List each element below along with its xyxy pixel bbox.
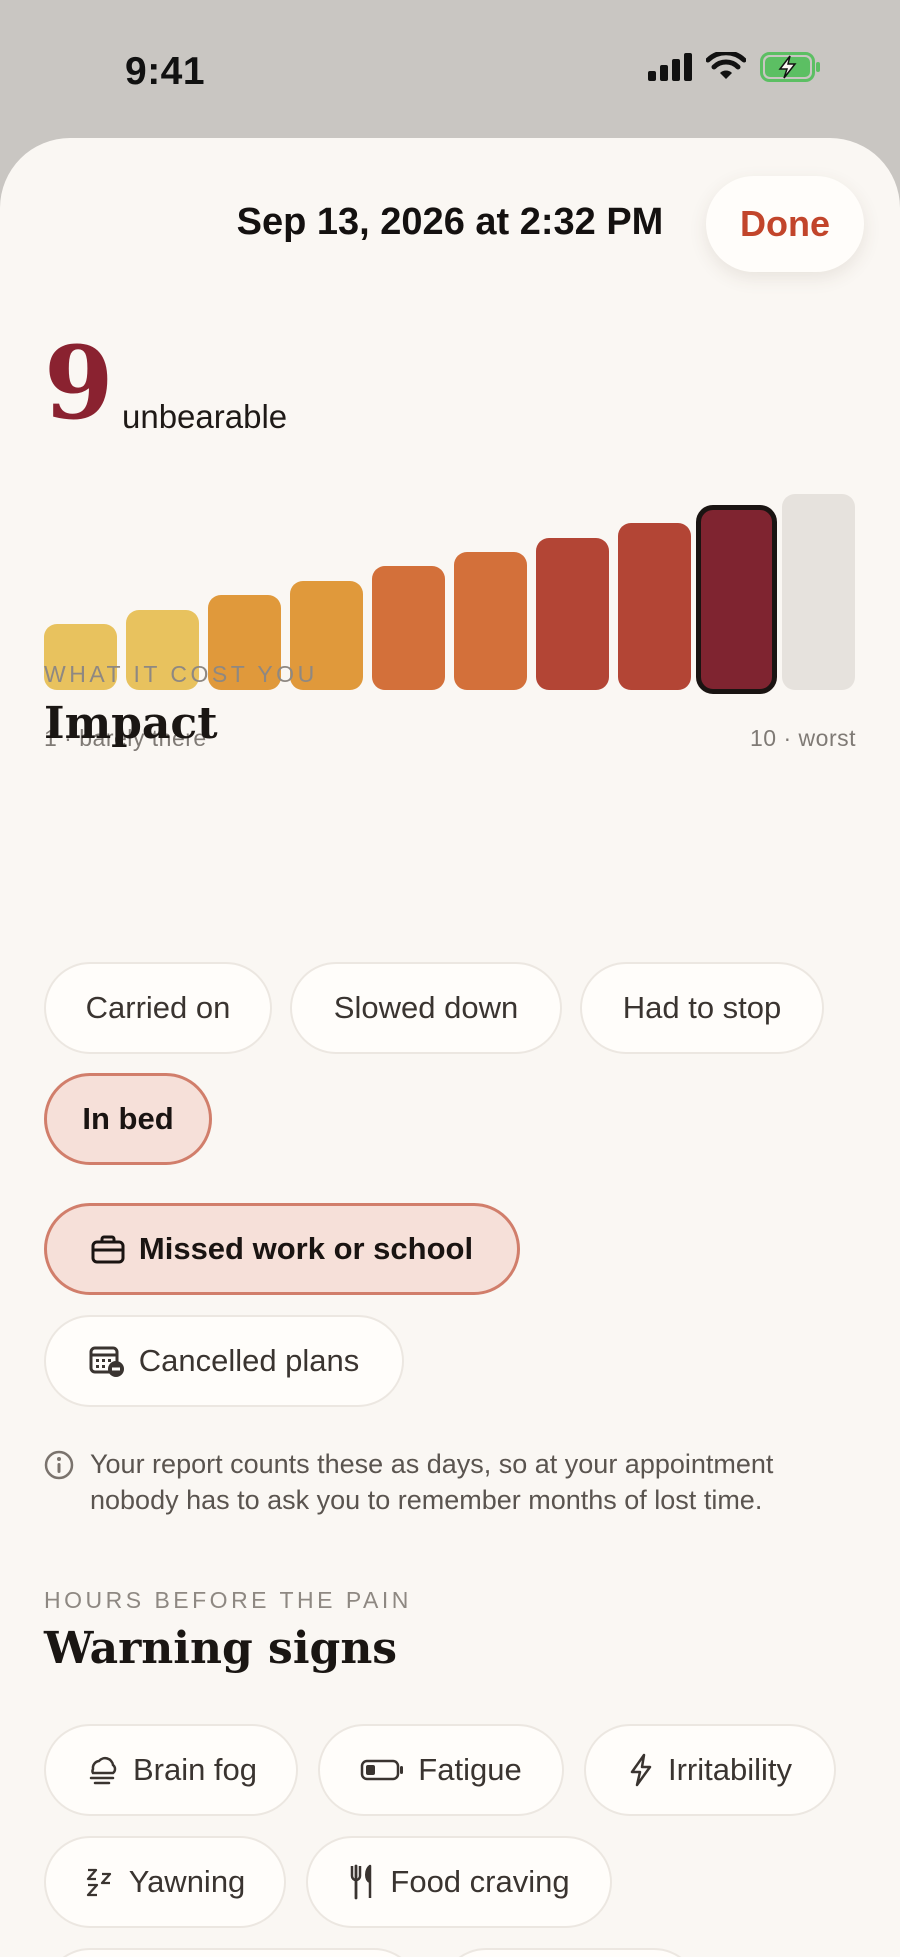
sheet-header: Sep 13, 2026 at 2:32 PM Done [0,138,900,308]
chip-label: Food craving [390,1864,570,1899]
chip-label: Brain fog [132,1752,258,1787]
missed-work-toggle[interactable]: Missed work or school [44,1203,520,1295]
chip-label: In bed [82,1101,174,1136]
impact-option-slowed-down[interactable]: Slowed down [290,962,562,1054]
wifi-icon [705,50,747,87]
warning-sign-irritability[interactable]: Irritability [584,1724,836,1816]
severity-score: 9 [44,324,114,442]
done-button[interactable]: Done [706,176,864,272]
severity-bar-7[interactable] [536,537,609,690]
warning-sign-more[interactable] [44,1948,420,1957]
impact-title: Impact [44,698,218,749]
scale-max-label: 10 · worst [750,725,856,751]
chip-label: Cancelled plans [138,1343,360,1378]
status-time: 9:41 [125,50,206,93]
severity-bar-10[interactable] [782,494,855,690]
chip-label: Yawning [128,1864,246,1899]
info-text: Your report counts these as days, so at … [90,1449,774,1515]
bolt-icon [628,1753,654,1787]
battery-low-icon [360,1758,404,1782]
warning-signs-eyebrow: HOURS BEFORE THE PAIN [44,1587,412,1613]
battery-charging-icon [760,52,822,87]
impact-option-carried-on[interactable]: Carried on [44,962,272,1054]
warning-sign-yawning[interactable]: Yawning [44,1836,286,1928]
warning-sign-fatigue[interactable]: Fatigue [318,1724,564,1816]
chip-label: Carried on [85,990,231,1025]
impact-eyebrow: WHAT IT COST YOU [44,661,318,687]
warning-sign-brain-fog[interactable]: Brain fog [44,1724,298,1816]
chip-label: Had to stop [622,990,782,1025]
warning-sign-more[interactable] [440,1948,700,1957]
severity-scale [44,490,858,695]
zzz-icon [85,1866,115,1898]
severity-bar-5[interactable] [372,566,445,690]
impact-option-in-bed[interactable]: In bed [44,1073,212,1165]
warning-signs-title: Warning signs [44,1623,398,1674]
impact-info-note: Your report counts these as days, so at … [44,1446,864,1518]
severity-bar-6[interactable] [454,552,527,690]
warning-sign-food-craving[interactable]: Food craving [306,1836,612,1928]
chip-label: Fatigue [418,1752,522,1787]
status-icons [648,50,822,87]
cellular-signal-icon [648,53,692,86]
chip-label: Irritability [667,1752,792,1787]
fork-knife-icon [348,1864,376,1900]
impact-option-had-to-stop[interactable]: Had to stop [580,962,824,1054]
calendar-cancel-icon [89,1344,125,1378]
status-bar: 9:41 [0,0,900,140]
chip-label: Slowed down [333,990,519,1025]
cloud-fog-icon [85,1755,119,1785]
entry-sheet: Sep 13, 2026 at 2:32 PM Done 9 unbearabl… [0,138,900,1957]
severity-bar-8[interactable] [618,523,691,690]
cancelled-plans-toggle[interactable]: Cancelled plans [44,1315,404,1407]
chip-label: Missed work or school [138,1231,474,1266]
severity-label: unbearable [122,398,288,435]
severity-bar-9[interactable] [696,504,777,695]
info-icon [44,1450,74,1518]
briefcase-icon [91,1234,125,1264]
